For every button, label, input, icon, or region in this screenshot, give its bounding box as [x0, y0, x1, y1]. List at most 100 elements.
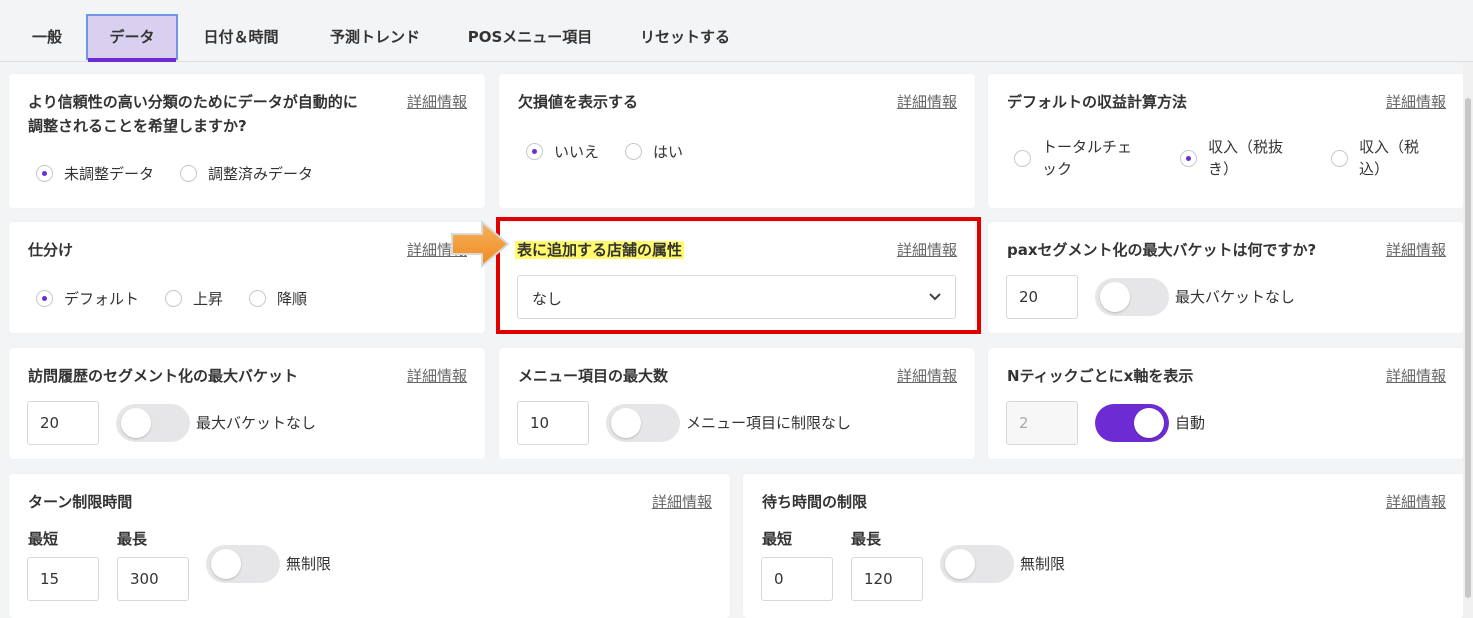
tab-reset[interactable]: リセットする [624, 14, 746, 60]
radio-group-reliability: 未調整データ 調整済みデータ [36, 163, 339, 184]
radio-label: デフォルト [64, 290, 140, 308]
xaxis-ticks-input [1006, 401, 1078, 445]
title-line-1: より信頼性の高い分類のためにデータが自動的に [28, 93, 358, 111]
detail-link[interactable]: 詳細情報 [1386, 490, 1446, 514]
tab-pos-menu-items[interactable]: POSメニュー項目 [454, 14, 606, 60]
card-reliability: より信頼性の高い分類のためにデータが自動的に 調整されることを希望しますか? 詳… [9, 74, 485, 208]
turn-min-input[interactable] [27, 557, 99, 601]
card-xaxis-ticks: Nティックごとにx軸を表示 詳細情報 自動 [988, 348, 1464, 459]
radio-label: 未調整データ [64, 165, 155, 183]
radio-label-line: トータルチェ [1042, 138, 1133, 156]
toggle-label: 無制限 [1020, 555, 1066, 573]
toggle-label: メニュー項目に制限なし [686, 414, 852, 432]
radio-descending[interactable]: 降順 [249, 288, 307, 309]
detail-link[interactable]: 詳細情報 [652, 490, 712, 514]
visit-bucket-toggle[interactable] [116, 404, 190, 442]
pax-bucket-input[interactable] [1006, 275, 1078, 319]
radio-label: はい [653, 143, 684, 161]
max-label: 最長 [117, 530, 148, 548]
radio-dot [36, 165, 53, 182]
radio-ascending[interactable]: 上昇 [165, 288, 223, 309]
card-title: 表に追加する店舗の属性 [515, 238, 685, 262]
card-title: 待ち時間の制限 [762, 493, 868, 511]
card-title: paxセグメント化の最大バケットは何ですか? [1007, 241, 1317, 259]
radio-no[interactable]: いいえ [526, 141, 599, 162]
wait-min-input[interactable] [761, 557, 833, 601]
card-title: ターン制限時間 [28, 493, 133, 511]
card-menu-max: メニュー項目の最大数 詳細情報 メニュー項目に制限なし [499, 348, 975, 459]
radio-unadjusted[interactable]: 未調整データ [36, 163, 154, 184]
select-value: なし [532, 290, 563, 308]
detail-link[interactable]: 詳細情報 [1386, 238, 1446, 262]
store-attribute-select[interactable]: なし [517, 275, 956, 319]
turn-unlimited-toggle[interactable] [206, 545, 280, 583]
card-turn-limit: ターン制限時間 詳細情報 最短 最長 無制限 [9, 474, 730, 618]
radio-default[interactable]: デフォルト [36, 288, 139, 309]
tab-bar: 一般 データ 日付＆時間 予測トレンド POSメニュー項目 リセットする [0, 0, 1473, 62]
toggle-knob [1134, 408, 1164, 438]
toggle-knob [121, 408, 151, 438]
toggle-label: 無制限 [286, 555, 332, 573]
menu-max-toggle[interactable] [606, 404, 680, 442]
detail-link[interactable]: 詳細情報 [407, 364, 467, 388]
tab-data[interactable]: データ [86, 14, 178, 62]
title-line-2: 調整されることを希望しますか? [28, 117, 247, 135]
visit-bucket-input[interactable] [27, 401, 99, 445]
scrollbar-thumb[interactable] [1465, 98, 1471, 598]
radio-label-line: 収入（税 [1359, 138, 1420, 156]
radio-dot [526, 143, 543, 160]
card-missing-values: 欠損値を表示する 詳細情報 いいえ はい [499, 74, 975, 208]
toggle-knob [211, 549, 241, 579]
card-title: デフォルトの収益計算方法 [1007, 93, 1188, 111]
min-label: 最短 [28, 530, 59, 548]
card-visit-bucket: 訪問履歴のセグメント化の最大バケット 詳細情報 最大バケットなし [9, 348, 485, 459]
wait-max-input[interactable] [851, 557, 923, 601]
radio-label: 収入（税抜 き） [1208, 136, 1283, 180]
radio-total-check[interactable]: トータルチェ ック [1014, 136, 1132, 180]
toggle-label: 最大バケットなし [196, 414, 317, 432]
tab-date-time[interactable]: 日付＆時間 [186, 14, 296, 60]
turn-max-input[interactable] [117, 557, 189, 601]
wait-unlimited-toggle[interactable] [940, 545, 1014, 583]
card-title: Nティックごとにx軸を表示 [1007, 367, 1194, 385]
card-store-attribute: 表に追加する店舗の属性 詳細情報 なし [499, 222, 975, 333]
radio-dot [249, 290, 267, 307]
detail-link[interactable]: 詳細情報 [897, 90, 957, 114]
card-sort: 仕分け 詳細情報 デフォルト 上昇 降順 [9, 222, 485, 333]
vertical-scrollbar[interactable] [1463, 62, 1473, 618]
card-title: より信頼性の高い分類のためにデータが自動的に 調整されることを希望しますか? [28, 90, 378, 138]
radio-dot [1180, 149, 1197, 167]
tab-forecast-trend[interactable]: 予測トレンド [314, 14, 436, 60]
radio-label: 降順 [277, 290, 308, 308]
xaxis-auto-toggle[interactable] [1095, 404, 1169, 442]
radio-dot [36, 290, 53, 307]
card-pax-bucket: paxセグメント化の最大バケットは何ですか? 詳細情報 最大バケットなし [988, 222, 1464, 333]
tab-general[interactable]: 一般 [14, 14, 80, 60]
toggle-knob [945, 549, 975, 579]
radio-label: トータルチェ ック [1042, 136, 1132, 180]
card-title: メニュー項目の最大数 [518, 367, 669, 385]
detail-link[interactable]: 詳細情報 [897, 364, 957, 388]
radio-dot [1014, 149, 1031, 167]
detail-link[interactable]: 詳細情報 [407, 90, 467, 114]
pax-bucket-toggle[interactable] [1095, 278, 1169, 316]
radio-dot [1331, 149, 1348, 167]
detail-link[interactable]: 詳細情報 [897, 238, 957, 262]
radio-adjusted[interactable]: 調整済みデータ [180, 163, 313, 184]
detail-link[interactable]: 詳細情報 [1386, 90, 1446, 114]
radio-label: 上昇 [193, 290, 224, 308]
radio-dot [165, 290, 183, 307]
radio-yes[interactable]: はい [625, 141, 683, 162]
radio-label: 収入（税 込） [1359, 136, 1419, 180]
menu-max-input[interactable] [517, 401, 589, 445]
toggle-label: 自動 [1175, 414, 1206, 432]
radio-label-line: き） [1208, 160, 1239, 178]
radio-revenue-excl-tax[interactable]: 収入（税抜 き） [1180, 136, 1283, 180]
card-title: 仕分け [28, 241, 74, 259]
toggle-knob [1100, 282, 1130, 312]
radio-revenue-incl-tax[interactable]: 収入（税 込） [1331, 136, 1419, 180]
detail-link[interactable]: 詳細情報 [1386, 364, 1446, 388]
radio-label-line: 収入（税抜 [1208, 138, 1284, 156]
highlighted-title: 表に追加する店舗の属性 [515, 241, 685, 259]
annotation-arrow-icon [451, 219, 510, 269]
